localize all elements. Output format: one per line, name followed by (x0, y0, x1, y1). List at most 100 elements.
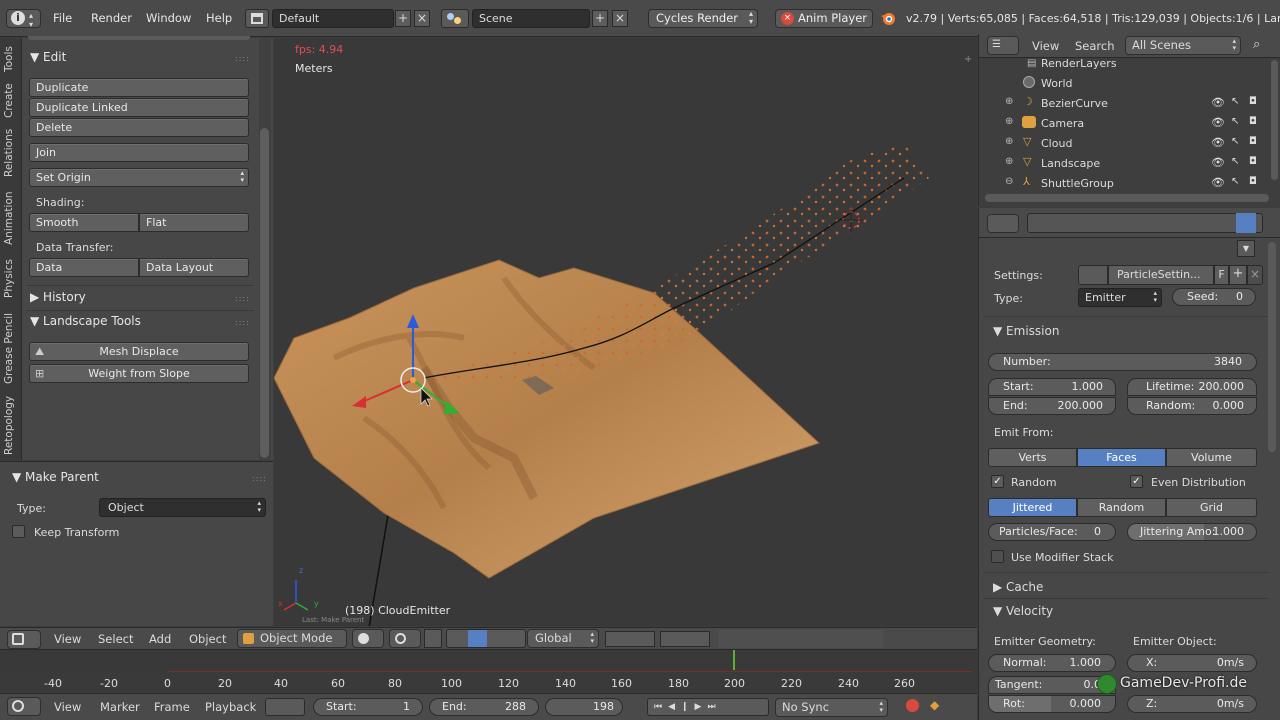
new-settings-icon[interactable]: + (1229, 265, 1247, 285)
layout-name-field[interactable]: Default (272, 9, 394, 28)
edit-panel-header[interactable]: ▼ Edit (30, 50, 66, 64)
frame-start-field[interactable]: Start: 1.000 (988, 378, 1116, 396)
eye-icon[interactable]: 👁 (1211, 136, 1225, 149)
render-engine-select[interactable]: Cycles Render ▴ ▾ (648, 9, 758, 28)
camera-render-icon[interactable]: ◘ (1249, 156, 1257, 167)
expand-icon[interactable]: ⊕ (1005, 156, 1013, 167)
eye-icon[interactable]: 👁 (1211, 156, 1225, 169)
collapse-icon[interactable]: ⊖ (1005, 176, 1013, 187)
expand-icon[interactable]: ⊕ (1005, 116, 1013, 127)
lifetime-random-field[interactable]: Random: 0.000 (1127, 397, 1257, 415)
parent-type-select[interactable]: Object ▴ ▾ (99, 498, 266, 517)
orientation-select[interactable]: Global ▴ ▾ (527, 629, 599, 648)
layer-buttons-right[interactable] (660, 631, 710, 647)
tab-grease-pencil[interactable]: Grease Pencil (3, 310, 19, 386)
emit-faces-button[interactable]: Faces (1077, 448, 1166, 467)
outliner-menu-view[interactable]: View (1032, 39, 1059, 53)
unlink-settings-icon[interactable]: × (1247, 265, 1263, 285)
jittered-button[interactable]: Jittered (988, 498, 1077, 517)
use-modifier-stack-checkbox[interactable] (991, 550, 1004, 563)
layer-buttons-left[interactable] (605, 631, 655, 647)
keep-transform-checkbox[interactable] (12, 525, 25, 538)
scene-name-field[interactable]: Scene (472, 9, 590, 28)
remove-scene-icon[interactable]: × (612, 10, 628, 27)
end-frame-field[interactable]: End: 288 (429, 698, 539, 716)
outliner-item[interactable]: ▤ RenderLayers (979, 53, 1269, 73)
data-layout-button[interactable]: Data Layout (139, 258, 249, 277)
cursor-icon[interactable]: ↖ (1231, 116, 1239, 127)
even-distribution-checkbox[interactable]: ✓ (1130, 475, 1143, 488)
frame-end-field[interactable]: End: 200.000 (988, 397, 1116, 415)
preview-range-toggle[interactable] (265, 698, 305, 716)
start-frame-field[interactable]: Start: 1 (313, 698, 423, 716)
seed-field[interactable]: Seed: 0 (1172, 288, 1256, 306)
make-parent-header[interactable]: ▼ Make Parent (12, 470, 99, 484)
current-frame-field[interactable]: 198 (545, 698, 623, 716)
emission-panel-header[interactable]: ▼ Emission (993, 324, 1059, 338)
keyframe-icon[interactable]: ◆ (930, 698, 939, 712)
emit-verts-button[interactable]: Verts (988, 448, 1077, 467)
velocity-panel-header[interactable]: ▼ Velocity (993, 604, 1053, 618)
drag-handle-icon[interactable]: :::: (252, 474, 267, 483)
tab-tools[interactable]: Tools (3, 42, 19, 76)
data-button[interactable]: Data (29, 258, 139, 277)
weight-from-slope-button[interactable]: ⊞ Weight from Slope (29, 364, 249, 383)
timeline-area[interactable]: -40 -20 0 20 40 60 80 100 120 140 160 18… (0, 649, 977, 694)
particles-per-face-field[interactable]: Particles/Face: 0 (988, 523, 1116, 541)
remove-layout-icon[interactable]: × (414, 10, 430, 27)
add-layout-icon[interactable]: + (395, 10, 411, 27)
join-button[interactable]: Join (29, 143, 249, 162)
pivot-select[interactable] (389, 629, 421, 648)
manipulator-toggle[interactable] (424, 629, 442, 648)
expand-icon[interactable]: ⊕ (1005, 96, 1013, 107)
flat-button[interactable]: Flat (139, 213, 249, 232)
emit-volume-button[interactable]: Volume (1166, 448, 1257, 467)
particle-settings-browse[interactable] (1078, 265, 1108, 285)
lifetime-field[interactable]: Lifetime: 200.000 (1127, 378, 1257, 396)
number-field[interactable]: Number: 3840 (988, 353, 1257, 371)
expand-icon[interactable]: ⊕ (1005, 136, 1013, 147)
grid-distribution-button[interactable]: Grid (1166, 498, 1257, 517)
outliner-menu-search[interactable]: Search (1075, 39, 1115, 53)
cursor-icon[interactable]: ↖ (1231, 136, 1239, 147)
menu-render[interactable]: Render (91, 11, 132, 25)
history-panel-header[interactable]: ▶ History (30, 290, 86, 304)
drag-handle-icon[interactable]: :::: (235, 294, 250, 303)
menu-marker[interactable]: Marker (100, 700, 140, 714)
screen-layout-icon[interactable] (245, 9, 269, 28)
outliner-item[interactable]: ⊕ ▽ Cloud 👁 ↖ ◘ (979, 133, 1269, 153)
fake-user-button[interactable]: F (1214, 265, 1229, 285)
outliner-item[interactable]: World (979, 73, 1269, 93)
landscape-panel-header[interactable]: ▼ Landscape Tools (30, 314, 141, 328)
mesh-displace-button[interactable]: ⛰ Mesh Displace (29, 342, 249, 361)
drag-handle-icon[interactable]: :::: (235, 318, 250, 327)
outliner-item[interactable]: ⊕ Camera 👁 ↖ ◘ (979, 113, 1269, 133)
menu-object[interactable]: Object (189, 632, 226, 646)
sync-select[interactable]: No Sync ▴ ▾ (775, 698, 888, 717)
outliner-item[interactable]: ⊕ ▽ Landscape 👁 ↖ ◘ (979, 153, 1269, 173)
random-checkbox[interactable]: ✓ (991, 475, 1004, 488)
snap-and-tools[interactable] (718, 630, 883, 648)
toolshelf-scrollbar[interactable] (260, 128, 269, 458)
particles-tab-icon[interactable] (1236, 213, 1256, 233)
editor-type-button[interactable] (7, 630, 41, 649)
jitter-amount-field[interactable]: Jittering Amo: 1.000 (1127, 523, 1257, 541)
tab-animation[interactable]: Animation (3, 188, 19, 248)
mode-select[interactable]: Object Mode (237, 629, 347, 648)
eye-icon[interactable]: 👁 (1211, 96, 1225, 109)
transform-manipulators[interactable] (446, 629, 526, 648)
editor-type-button[interactable] (987, 214, 1019, 233)
camera-render-icon[interactable]: ◘ (1249, 96, 1257, 107)
duplicate-button[interactable]: Duplicate (29, 78, 249, 97)
menu-frame[interactable]: Frame (154, 700, 190, 714)
eye-icon[interactable]: 👁 (1211, 176, 1225, 189)
scene-icon[interactable] (441, 9, 469, 28)
properties-scrollbar[interactable] (1268, 242, 1276, 452)
camera-render-icon[interactable]: ◘ (1249, 136, 1257, 147)
anim-player-button[interactable]: × Anim Player (775, 9, 873, 28)
object-z-velocity-field[interactable]: Z: 0m/s (1127, 695, 1257, 713)
search-icon[interactable]: ⌕ (1253, 37, 1260, 52)
normal-velocity-field[interactable]: Normal: 1.000 (988, 654, 1116, 672)
menu-view[interactable]: View (54, 632, 81, 646)
menu-file[interactable]: File (53, 11, 72, 25)
